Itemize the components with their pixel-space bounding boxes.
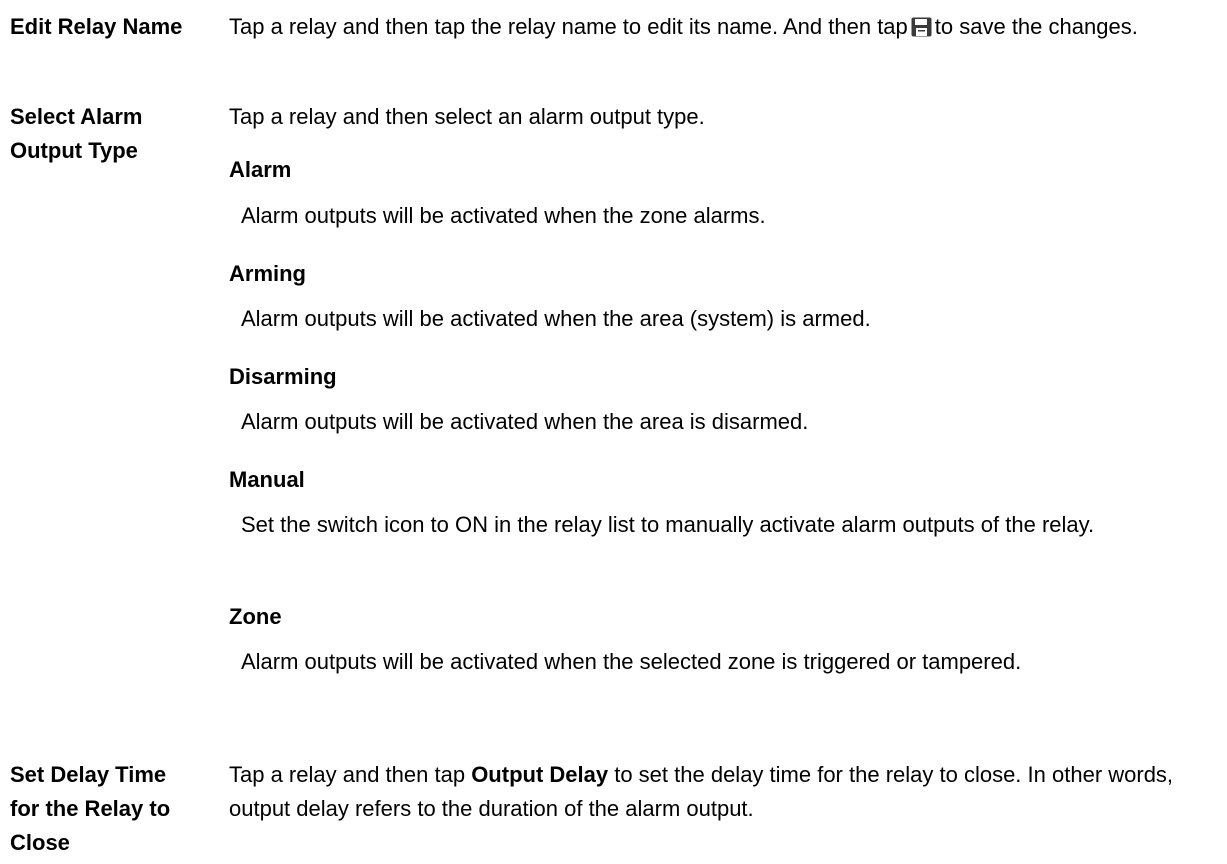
term-select-alarm-output-type: Select Alarm Output Type (10, 104, 143, 163)
output-delay-label: Output Delay (471, 762, 609, 787)
desc-select-alarm-output-type: Tap a relay and then select an alarm out… (229, 104, 705, 129)
option-disarming-label: Disarming (229, 364, 337, 389)
option-alarm-label: Alarm (229, 157, 292, 182)
option-alarm-desc: Alarm outputs will be activated when the… (241, 203, 766, 228)
desc-edit-relay-text-2: to save the changes. (934, 14, 1138, 39)
option-zone-label: Zone (229, 604, 282, 629)
option-manual-desc: Set the switch icon to ON in the relay l… (241, 512, 1095, 537)
option-manual-label: Manual (229, 467, 305, 492)
term-set-delay-time: Set Delay Time for the Relay to Close (10, 762, 171, 855)
option-arming-label: Arming (229, 261, 306, 286)
option-disarming-desc: Alarm outputs will be activated when the… (241, 409, 809, 434)
term-edit-relay-name: Edit Relay Name (10, 14, 183, 39)
document-page: Edit Relay Name Tap a relay and then tap… (0, 0, 1227, 864)
option-arming-desc: Alarm outputs will be activated when the… (241, 306, 871, 331)
option-zone-desc: Alarm outputs will be activated when the… (241, 649, 1022, 674)
save-icon (911, 17, 932, 37)
desc-set-delay-time: Tap a relay and then tap Output Delay to… (229, 758, 1219, 826)
desc-delay-text-1: Tap a relay and then tap (229, 762, 466, 787)
desc-edit-relay-name: Tap a relay and then tap the relay name … (229, 10, 1219, 44)
desc-edit-relay-text-1: Tap a relay and then tap the relay name … (229, 14, 908, 39)
